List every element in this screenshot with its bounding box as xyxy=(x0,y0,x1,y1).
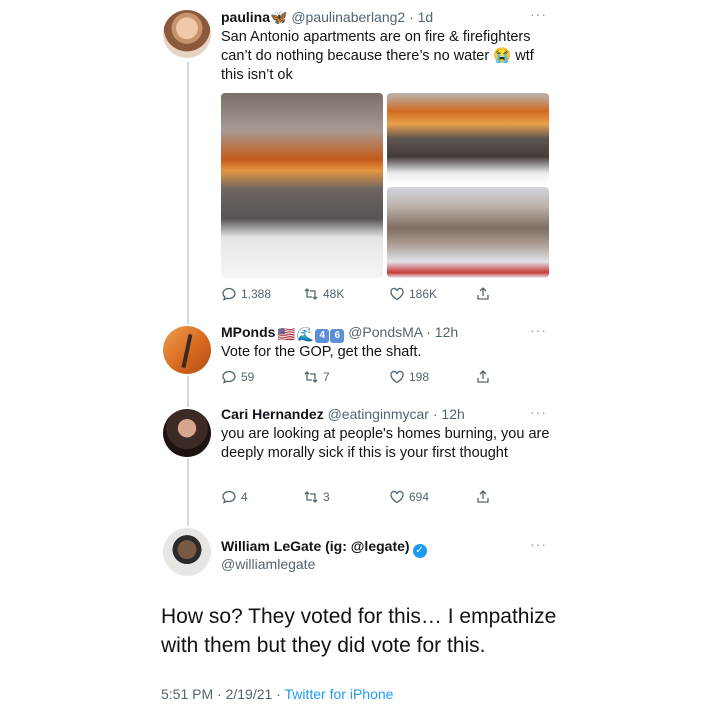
heart-icon xyxy=(390,370,404,384)
share-button[interactable] xyxy=(475,369,491,385)
author-name[interactable]: William LeGate (ig: @legate) xyxy=(221,538,410,554)
tweet-actions: 59 7 198 xyxy=(221,369,521,389)
reply-button[interactable]: 59 xyxy=(221,369,254,385)
avatar[interactable] xyxy=(163,10,211,58)
author-handle[interactable]: @williamlegate xyxy=(221,556,315,572)
like-count: 186K xyxy=(409,287,438,301)
tweet-time[interactable]: · 12h xyxy=(433,406,465,422)
retweet-icon xyxy=(304,371,318,383)
tweet-header: Cari Hernandez @eatinginmycar · 12h xyxy=(221,405,465,423)
like-button[interactable]: 198 xyxy=(389,369,429,385)
tweet-actions: 4 3 694 xyxy=(221,489,521,509)
reply-count: 4 xyxy=(241,490,248,504)
reply-button[interactable]: 4 xyxy=(221,489,248,505)
more-options-button[interactable]: ··· xyxy=(530,6,547,22)
tweet-actions: 1,388 48K 186K xyxy=(221,286,521,306)
author-handle[interactable]: @eatinginmycar xyxy=(328,406,429,422)
verified-badge-icon: ✓ xyxy=(412,544,427,558)
heart-icon xyxy=(390,490,404,504)
reply-count: 1,388 xyxy=(241,287,272,301)
retweet-count: 3 xyxy=(323,490,330,504)
retweet-count: 48K xyxy=(323,287,345,301)
reply-button[interactable]: 1,388 xyxy=(221,286,271,302)
tweet-photo-grid xyxy=(221,93,549,278)
tweet-timestamp[interactable]: 5:51 PM · 2/19/21 · xyxy=(161,686,284,702)
like-count: 198 xyxy=(409,370,430,384)
more-options-button[interactable]: ··· xyxy=(530,536,547,552)
share-icon xyxy=(477,490,489,503)
main-tweet-handle-row: @williamlegate xyxy=(221,555,315,573)
tweet-text: San Antonio apartments are on fire & fir… xyxy=(221,29,534,83)
avatar[interactable] xyxy=(163,528,211,576)
tweet-time[interactable]: · 1d xyxy=(409,9,433,25)
retweet-icon xyxy=(304,288,318,300)
like-button[interactable]: 694 xyxy=(389,489,429,505)
share-icon xyxy=(477,287,489,300)
tweet-text: you are looking at people's homes burnin… xyxy=(221,426,550,461)
keycap-four: 4 xyxy=(315,329,330,343)
tweet-header: paulina🦋 @paulinaberlang2 · 1d xyxy=(221,8,433,26)
butterfly-emoji: 🦋 xyxy=(270,9,288,25)
thread-connector xyxy=(187,62,189,324)
main-tweet-text: How so? They voted for this… I empathize… xyxy=(161,605,557,657)
avatar[interactable] xyxy=(163,409,211,457)
reply-icon xyxy=(222,490,236,504)
fire-photo-1[interactable] xyxy=(221,93,383,278)
author-handle[interactable]: @paulinaberlang2 xyxy=(291,9,405,25)
share-button[interactable] xyxy=(475,286,491,302)
more-options-button[interactable]: ··· xyxy=(530,404,547,420)
tweet-metadata: 5:51 PM · 2/19/21 · Twitter for iPhone xyxy=(161,686,393,702)
thread-connector xyxy=(187,376,189,407)
author-name[interactable]: paulina xyxy=(221,9,270,25)
thread-connector xyxy=(187,459,189,526)
share-icon xyxy=(477,370,489,383)
retweet-button[interactable]: 7 xyxy=(303,369,330,385)
reply-count: 59 xyxy=(241,370,255,384)
heart-icon xyxy=(390,287,404,301)
keycap-six: 6 xyxy=(330,329,345,343)
tweet-time[interactable]: · 12h xyxy=(426,324,458,340)
author-handle[interactable]: @PondsMA xyxy=(348,324,422,340)
retweet-icon xyxy=(304,491,318,503)
wave-emoji: 🌊 xyxy=(296,326,315,342)
flag-emoji: 🇺🇸 xyxy=(277,326,295,342)
fire-photo-3[interactable] xyxy=(387,187,549,278)
tweet-text: Vote for the GOP, get the shaft. xyxy=(221,344,422,360)
like-count: 694 xyxy=(409,490,430,504)
reply-icon xyxy=(222,287,236,301)
avatar[interactable] xyxy=(163,326,211,374)
retweet-button[interactable]: 3 xyxy=(303,489,330,505)
more-options-button[interactable]: ··· xyxy=(530,322,547,338)
tweet-source-link[interactable]: Twitter for iPhone xyxy=(284,686,393,702)
author-name[interactable]: Cari Hernandez xyxy=(221,406,324,422)
author-name[interactable]: MPonds xyxy=(221,324,275,340)
retweet-button[interactable]: 48K xyxy=(303,286,344,302)
retweet-count: 7 xyxy=(323,370,330,384)
fire-photo-2[interactable] xyxy=(387,93,549,184)
reply-icon xyxy=(222,370,236,384)
share-button[interactable] xyxy=(475,489,491,505)
tweet-header: MPonds 🇺🇸 🌊 4 6 @PondsMA · 12h xyxy=(221,323,458,343)
like-button[interactable]: 186K xyxy=(389,286,437,302)
